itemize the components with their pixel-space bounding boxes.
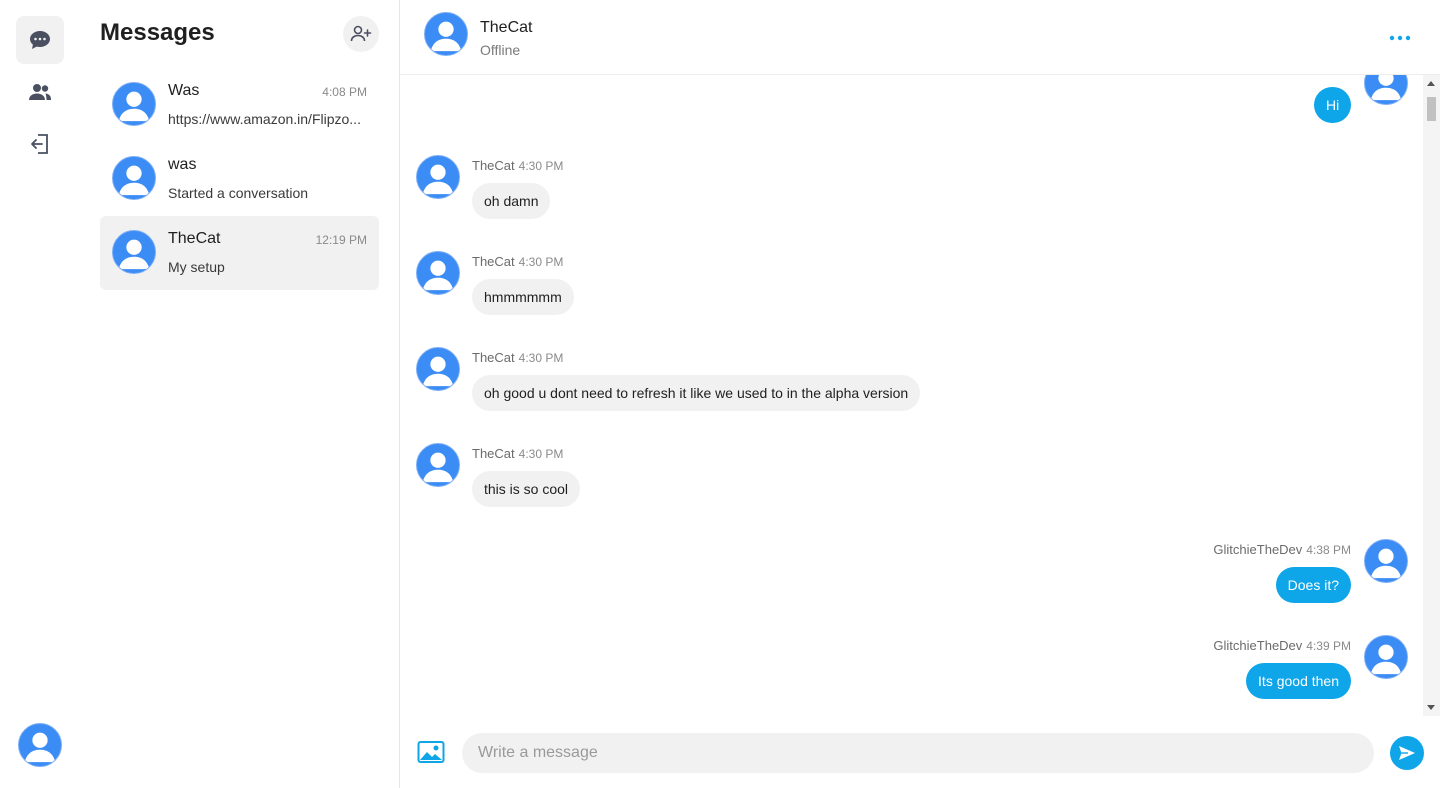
message-avatar: [416, 155, 460, 199]
contact-status: Offline: [480, 42, 521, 58]
message-meta: TheCat 4:30 PM: [472, 254, 563, 269]
message-input[interactable]: [462, 733, 1374, 773]
scroll-up-arrow[interactable]: [1427, 81, 1435, 86]
nav-chats-button[interactable]: [16, 16, 64, 64]
send-button[interactable]: [1390, 736, 1424, 770]
new-conversation-button[interactable]: [343, 16, 379, 52]
conversation-name: Was: [168, 82, 200, 99]
users-icon: [29, 84, 51, 100]
message-avatar: [1364, 539, 1408, 583]
conversation-sidebar: Messages Was 4:08 PM https://www.amazon.…: [80, 0, 400, 788]
message-meta: TheCat 4:30 PM: [472, 350, 563, 365]
message-bubble-incoming: hmmmmmm: [472, 279, 574, 315]
send-icon: [1399, 746, 1415, 760]
conversation-item-active[interactable]: TheCat 12:19 PM My setup: [100, 216, 379, 290]
message-meta: TheCat 4:30 PM: [472, 158, 563, 173]
avatar: [112, 230, 156, 274]
message-sender: TheCat: [472, 446, 515, 461]
message-meta: TheCat 4:30 PM: [472, 446, 563, 461]
conversation-preview: My setup: [168, 259, 225, 275]
nav-contacts-button[interactable]: [16, 68, 64, 116]
nav-logout-button[interactable]: [16, 120, 64, 168]
message-meta: GlitchieTheDev 4:39 PM: [1213, 638, 1351, 653]
conversation-time: 12:19 PM: [315, 233, 367, 247]
scroll-down-arrow[interactable]: [1427, 705, 1435, 710]
message-avatar: [416, 443, 460, 487]
message-time: 4:30 PM: [518, 351, 564, 365]
conversation-item[interactable]: Was 4:08 PM https://www.amazon.in/Flipzo…: [100, 68, 379, 142]
chat-panel: TheCat Offline Hi TheCat 4:30 PM oh damn …: [400, 0, 1440, 788]
message-bubble-incoming: this is so cool: [472, 471, 581, 507]
sidebar-title: Messages: [100, 19, 215, 46]
message-time: 4:30 PM: [518, 255, 564, 269]
conversation-name: TheCat: [168, 230, 221, 247]
message-bubble-incoming: oh good u dont need to refresh it like w…: [472, 375, 921, 411]
scroll-thumb[interactable]: [1427, 97, 1436, 121]
more-dots-icon: [1389, 35, 1411, 41]
chat-bubble-icon: [30, 31, 50, 49]
message-sender: TheCat: [472, 254, 515, 269]
avatar: [112, 156, 156, 200]
conversation-item[interactable]: was Started a conversation: [100, 142, 379, 216]
attach-image-button[interactable]: [417, 740, 445, 764]
message-time: 4:39 PM: [1306, 639, 1351, 653]
message-sender: GlitchieTheDev: [1213, 638, 1303, 653]
message-time: 4:38 PM: [1306, 543, 1351, 557]
image-icon: [417, 741, 445, 763]
message-avatar: [1364, 635, 1408, 679]
conversation-time: 4:08 PM: [322, 85, 367, 99]
message-meta: GlitchieTheDev 4:38 PM: [1213, 542, 1351, 557]
message-bubble-outgoing: Does it?: [1275, 567, 1351, 603]
message-bubble-incoming: oh damn: [472, 183, 551, 219]
message-bubble-outgoing: Its good then: [1246, 663, 1351, 699]
contact-name: TheCat: [480, 19, 533, 36]
message-avatar: [416, 347, 460, 391]
message-avatar: [416, 251, 460, 295]
message-bubble-outgoing: Hi: [1314, 87, 1352, 123]
message-sender: TheCat: [472, 350, 515, 365]
conversation-preview: Started a conversation: [168, 185, 309, 201]
message-list: Hi TheCat 4:30 PM oh damn TheCat 4:30 PM h…: [400, 75, 1440, 716]
current-user-avatar[interactable]: [18, 723, 62, 767]
user-avatar-icon: [18, 723, 62, 767]
chat-header: TheCat Offline: [400, 0, 1440, 75]
more-options-button[interactable]: [1384, 26, 1416, 50]
message-time: 4:30 PM: [518, 159, 564, 173]
message-composer: [400, 716, 1440, 788]
nav-rail: [0, 0, 80, 788]
avatar: [112, 82, 156, 126]
conversation-name: was: [168, 156, 197, 173]
conversation-preview: https://www.amazon.in/Flipzo...: [168, 111, 361, 127]
contact-avatar[interactable]: [424, 12, 468, 56]
message-scrollbar[interactable]: [1423, 75, 1440, 716]
message-sender: GlitchieTheDev: [1213, 542, 1303, 557]
message-avatar: [1364, 75, 1408, 105]
add-user-icon: [350, 25, 372, 42]
logout-icon: [31, 134, 48, 154]
message-sender: TheCat: [472, 158, 515, 173]
message-time: 4:30 PM: [518, 447, 564, 461]
